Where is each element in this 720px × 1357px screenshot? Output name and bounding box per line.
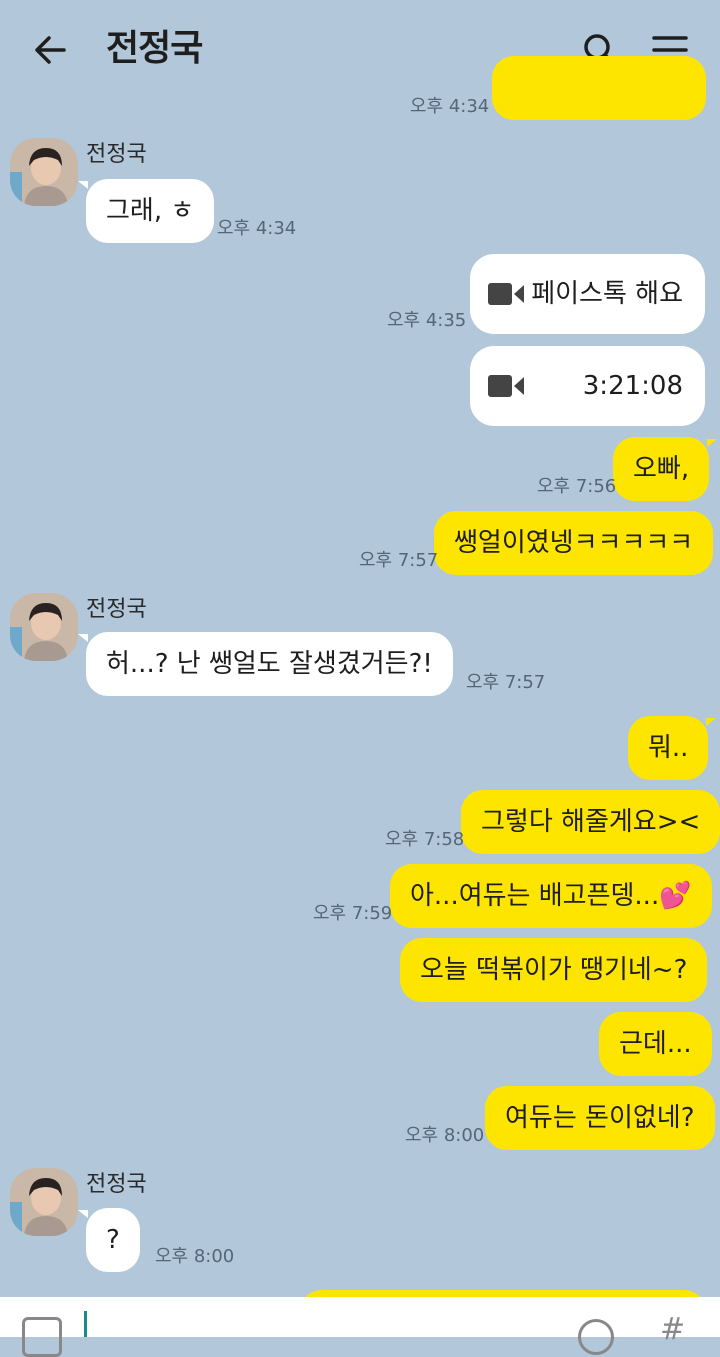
message-bubble-mine[interactable]: 아...여듀는 배고픈뎅...💕 — [390, 864, 712, 928]
avatar-photo — [10, 138, 78, 206]
message-time: 오후 7:58 — [385, 829, 465, 850]
avatar[interactable] — [10, 593, 78, 661]
message-time: 오후 7:57 — [359, 550, 439, 571]
message-bubble-mine[interactable]: 오빠, — [613, 437, 718, 501]
message-bubble-mine[interactable]: 근데... — [599, 1012, 712, 1076]
sender-name: 전정국 — [86, 142, 147, 167]
message-bubble-mine[interactable]: 여듀는 돈이없네? — [485, 1086, 715, 1150]
message-bubble-other[interactable]: 그래, ㅎ — [77, 179, 215, 243]
message-input[interactable] — [84, 1311, 544, 1337]
message-time: 오후 4:34 — [217, 218, 297, 239]
hash-icon[interactable]: # — [660, 1315, 685, 1345]
facetalk-call-bubble[interactable]: 페이스톡 해요 — [470, 254, 705, 334]
text-cursor — [84, 1311, 87, 1337]
avatar-photo — [10, 1168, 78, 1236]
message-bubble-mine[interactable]: 그렇다 해줄게요>< — [461, 790, 720, 854]
message-time: 오후 8:00 — [405, 1125, 485, 1146]
message-time: 오후 7:59 — [313, 903, 393, 924]
avatar-photo — [10, 593, 78, 661]
avatar[interactable] — [10, 138, 78, 206]
message-bubble-mine[interactable] — [492, 56, 706, 120]
message-bubble-mine[interactable]: 뭐.. — [628, 716, 717, 780]
message-time: 오후 4:35 — [387, 310, 467, 331]
video-camera-icon — [488, 283, 524, 305]
message-time: 오후 7:57 — [466, 672, 546, 693]
message-bubble-other[interactable]: 허...? 난 쌩얼도 잘생겼거든?! — [78, 632, 453, 696]
avatar[interactable] — [10, 1168, 78, 1236]
message-time: 오후 7:56 — [537, 476, 617, 497]
message-time: 오후 8:00 — [155, 1246, 235, 1267]
message-list[interactable]: 오후 4:34 전정국 그래, ㅎ 오후 4:34 페이스톡 해요 오후 4:3… — [0, 0, 720, 1297]
video-camera-icon — [488, 375, 524, 397]
message-bubble-other[interactable]: ? — [78, 1208, 140, 1272]
emoji-button[interactable] — [578, 1319, 614, 1355]
message-bubble-mine[interactable]: 쌩얼이였넹ㅋㅋㅋㅋㅋ — [434, 511, 714, 575]
message-input-bar: # — [0, 1297, 720, 1357]
message-bubble-mine[interactable]: 오늘 떡볶이가 땡기네~? — [400, 938, 708, 1002]
message-bubble-mine-partial[interactable] — [300, 1290, 706, 1297]
sender-name: 전정국 — [86, 1172, 147, 1197]
attach-button[interactable] — [22, 1317, 62, 1357]
message-time: 오후 4:34 — [410, 96, 490, 117]
sender-name: 전정국 — [86, 597, 147, 622]
call-duration-bubble[interactable]: 3:21:08 — [470, 346, 705, 426]
